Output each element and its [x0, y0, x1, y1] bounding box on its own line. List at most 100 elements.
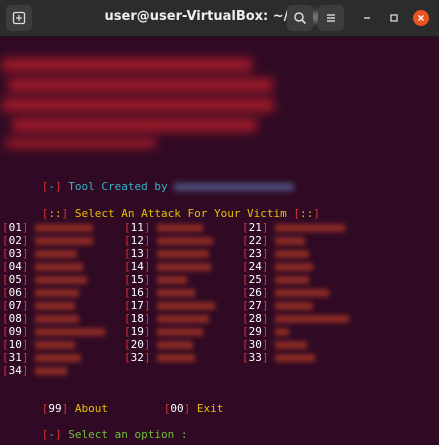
- option-number: 24: [248, 260, 262, 273]
- option-number: 12: [130, 234, 144, 247]
- attack-option-06[interactable]: [06]: [2, 286, 79, 299]
- redacted-option-label: [34, 367, 67, 375]
- attack-option-05[interactable]: [05]: [2, 273, 87, 286]
- attack-option-24[interactable]: [24]: [242, 260, 313, 273]
- attack-option-29[interactable]: [29]: [242, 325, 289, 338]
- option-number: 30: [248, 338, 262, 351]
- attack-option-07[interactable]: [07]: [2, 299, 75, 312]
- new-tab-icon: [12, 11, 26, 25]
- attack-option-09[interactable]: [09]: [2, 325, 105, 338]
- redacted-option-label: [274, 289, 329, 297]
- redacted-option-label: [156, 276, 187, 284]
- redacted-option-label: [156, 237, 213, 245]
- option-number: 14: [130, 260, 144, 273]
- option-number: 10: [8, 338, 22, 351]
- redacted-option-label: [156, 224, 203, 232]
- option-number: 01: [8, 221, 22, 234]
- close-icon: [418, 15, 424, 21]
- attack-option-20[interactable]: [20]: [124, 338, 193, 351]
- redacted-option-label: [274, 263, 313, 271]
- attack-option-08[interactable]: [08]: [2, 312, 79, 325]
- attack-option-21[interactable]: [21]: [242, 221, 345, 234]
- redacted-option-label: [274, 354, 315, 362]
- attack-option-32[interactable]: [32]: [124, 351, 195, 364]
- attack-option-17[interactable]: [17]: [124, 299, 215, 312]
- option-number: 08: [8, 312, 22, 325]
- redacted-option-label: [34, 289, 79, 297]
- terminal-output[interactable]: [-] Tool Created by [::] Select An Attac…: [0, 36, 439, 445]
- option-number: 09: [8, 325, 22, 338]
- attack-option-19[interactable]: [19]: [124, 325, 203, 338]
- minimize-icon: [364, 17, 370, 19]
- search-button[interactable]: [287, 5, 313, 31]
- option-number: 26: [248, 286, 262, 299]
- option-number: 03: [8, 247, 22, 260]
- attack-option-26[interactable]: [26]: [242, 286, 329, 299]
- redacted-option-label: [274, 250, 309, 258]
- attack-option-03[interactable]: [03]: [2, 247, 77, 260]
- attack-option-30[interactable]: [30]: [242, 338, 307, 351]
- option-number: 27: [248, 299, 262, 312]
- option-number: 21: [248, 221, 262, 234]
- redacted-option-label: [274, 237, 305, 245]
- redacted-option-label: [34, 341, 75, 349]
- attack-option-18[interactable]: [18]: [124, 312, 209, 325]
- redacted-option-label: [34, 224, 93, 232]
- attack-option-28[interactable]: [28]: [242, 312, 349, 325]
- attack-option-02[interactable]: [02]: [2, 234, 93, 247]
- attack-option-23[interactable]: [23]: [242, 247, 309, 260]
- attack-option-34[interactable]: [34]: [2, 364, 67, 377]
- close-button[interactable]: [413, 10, 429, 26]
- redacted-option-label: [156, 250, 209, 258]
- attack-option-12[interactable]: [12]: [124, 234, 213, 247]
- option-number: 13: [130, 247, 144, 260]
- minimize-button[interactable]: [359, 10, 375, 26]
- redacted-option-label: [274, 328, 289, 336]
- option-number: 11: [130, 221, 144, 234]
- terminal-window: user@user-VirtualBox: ~/ [-] Tool Create…: [0, 0, 439, 445]
- attack-option-31[interactable]: [31]: [2, 351, 81, 364]
- redacted-option-label: [34, 315, 79, 323]
- redacted-option-label: [34, 250, 77, 258]
- option-number: 31: [8, 351, 22, 364]
- redacted-option-label: [274, 302, 313, 310]
- attack-option-11[interactable]: [11]: [124, 221, 203, 234]
- attack-option-25[interactable]: [25]: [242, 273, 309, 286]
- attack-option-22[interactable]: [22]: [242, 234, 305, 247]
- attack-option-04[interactable]: [04]: [2, 260, 83, 273]
- attack-option-16[interactable]: [16]: [124, 286, 195, 299]
- option-number: 33: [248, 351, 262, 364]
- option-number: 06: [8, 286, 22, 299]
- redacted-option-label: [34, 263, 83, 271]
- redacted-option-label: [274, 341, 307, 349]
- redacted-option-label: [156, 302, 215, 310]
- input-prompt[interactable]: [-] Select an option :: [2, 415, 188, 445]
- hamburger-menu-icon: [327, 14, 335, 22]
- redacted-option-label: [156, 354, 195, 362]
- option-number: 16: [130, 286, 144, 299]
- option-number: 15: [130, 273, 144, 286]
- option-number: 04: [8, 260, 22, 273]
- redacted-option-label: [34, 328, 105, 336]
- attack-option-14[interactable]: [14]: [124, 260, 211, 273]
- attack-option-33[interactable]: [33]: [242, 351, 315, 364]
- new-tab-button[interactable]: [6, 5, 32, 31]
- attack-option-10[interactable]: [10]: [2, 338, 75, 351]
- attack-option-15[interactable]: [15]: [124, 273, 187, 286]
- attack-option-13[interactable]: [13]: [124, 247, 209, 260]
- ascii-banner: [2, 54, 282, 154]
- option-number: 07: [8, 299, 22, 312]
- option-number: 23: [248, 247, 262, 260]
- option-number: 22: [248, 234, 262, 247]
- search-icon: [294, 12, 307, 25]
- maximize-button[interactable]: [386, 10, 402, 26]
- option-number: 19: [130, 325, 144, 338]
- redacted-option-label: [274, 315, 349, 323]
- menu-button[interactable]: [318, 5, 344, 31]
- option-number: 25: [248, 273, 262, 286]
- redacted-option-label: [34, 237, 93, 245]
- attack-option-27[interactable]: [27]: [242, 299, 313, 312]
- redacted-option-label: [34, 302, 75, 310]
- attack-option-01[interactable]: [01]: [2, 221, 93, 234]
- title-bar: user@user-VirtualBox: ~/: [0, 0, 439, 37]
